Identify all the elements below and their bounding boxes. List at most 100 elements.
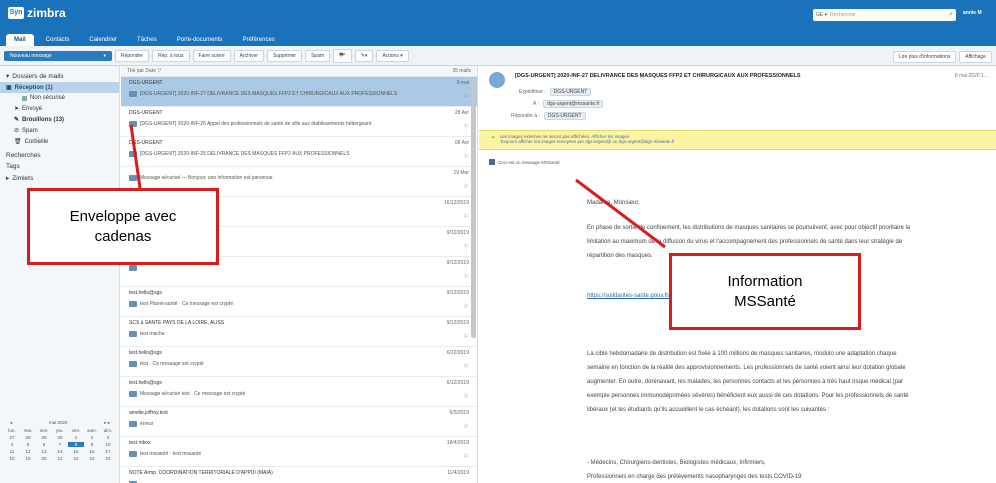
table-row[interactable]: test.hello@sgs Message sécurisé test · Ce… bbox=[121, 377, 477, 407]
reply-button[interactable]: Répondre bbox=[115, 49, 149, 62]
table-row[interactable]: DGS-URGENT [DGS-URGENT] 2020-INF-27 DELIV… bbox=[121, 77, 477, 107]
forward-button[interactable]: Faire suivre bbox=[192, 49, 231, 62]
sidebar-item-spam[interactable]: ⊘ Spam bbox=[0, 125, 119, 136]
calendar-date[interactable]: 20 bbox=[36, 456, 52, 461]
zimlets-header[interactable]: ▸ Zimlets bbox=[0, 172, 119, 184]
tab-preferences[interactable]: Préférences bbox=[234, 34, 282, 46]
expand-icon[interactable]: ▸ bbox=[6, 174, 9, 182]
flag-icon[interactable]: ⚐ bbox=[464, 153, 469, 160]
table-row[interactable]: DGS-URGENT [DGS-URGENT] 2020-INF-26 Appel… bbox=[121, 107, 477, 137]
table-row[interactable]: SCS à SANTE PAYS DE LA LOIRE, ALISS test … bbox=[121, 317, 477, 347]
table-row[interactable]: DGS-URGENT [DGS-URGENT] 2020-INF-25 DELIV… bbox=[121, 137, 477, 167]
flag-icon[interactable]: ⚐ bbox=[464, 93, 469, 100]
always-show-images-link[interactable]: Toujours afficher les images envoyées pa… bbox=[500, 139, 675, 144]
tags-header[interactable]: Tags bbox=[0, 161, 119, 172]
new-message-button[interactable]: Nouveau message ▾ bbox=[4, 50, 112, 61]
body-link-text[interactable]: https://solidarites-sante.gouv.fr/... bbox=[587, 293, 675, 299]
calendar-date[interactable]: 30 bbox=[52, 435, 68, 440]
spam-button[interactable]: Spam bbox=[305, 49, 331, 62]
calendar-date[interactable]: 24 bbox=[100, 456, 116, 461]
flag-icon[interactable]: ⚐ bbox=[464, 183, 469, 190]
table-row[interactable]: test.hello@sgs test · Ce message est cryp… bbox=[121, 347, 477, 377]
calendar-date[interactable]: 19 bbox=[20, 456, 36, 461]
prev-month-icon[interactable]: ◂ bbox=[10, 420, 12, 426]
sidebar-item-trash[interactable]: 🗑 Corbeille bbox=[0, 136, 119, 147]
calendar-date[interactable]: 29 bbox=[36, 435, 52, 440]
flag-icon[interactable]: ⚐ bbox=[464, 123, 469, 130]
search-scope-dropdown[interactable]: GE ▾ bbox=[816, 12, 827, 18]
flag-icon[interactable]: ⚐ bbox=[464, 453, 469, 460]
calendar-date[interactable]: 7 bbox=[52, 442, 68, 447]
tab-briefcase[interactable]: Porte-documents bbox=[169, 34, 231, 46]
search-input[interactable]: GE ▾ Rechercher ⌕ bbox=[813, 9, 956, 21]
delete-button[interactable]: Supprimer bbox=[267, 49, 303, 62]
calendar-date[interactable]: 6 bbox=[36, 442, 52, 447]
tab-tasks[interactable]: Tâches bbox=[129, 34, 165, 46]
message-date: 11/4/2019 bbox=[447, 470, 469, 476]
calendar-date[interactable]: 5 bbox=[20, 442, 36, 447]
from-row: Expéditeur : DGS-URGENT bbox=[519, 88, 592, 96]
mail-folders-header[interactable]: ▾ Dossiers de mails bbox=[0, 70, 119, 82]
envelope-lock-icon bbox=[129, 151, 137, 157]
calendar-date[interactable]: 4 bbox=[4, 442, 20, 447]
next-month-icon[interactable]: ▸ ▸ bbox=[104, 420, 110, 426]
view-button[interactable]: Affichage bbox=[959, 51, 992, 63]
calendar-date[interactable]: 2 bbox=[84, 435, 100, 440]
calendar-date[interactable]: 12 bbox=[20, 449, 36, 454]
calendar-date[interactable]: 13 bbox=[36, 449, 52, 454]
archive-button[interactable]: Archiver bbox=[233, 49, 265, 62]
sender-pill[interactable]: DGS-URGENT bbox=[549, 88, 592, 96]
tab-contacts[interactable]: Contacts bbox=[38, 34, 78, 46]
flag-icon[interactable]: ⚐ bbox=[464, 363, 469, 370]
flag-icon[interactable]: ⚐ bbox=[464, 213, 469, 220]
search-icon[interactable]: ⌕ bbox=[949, 11, 953, 19]
calendar-date[interactable]: 16 bbox=[84, 449, 100, 454]
tab-mail[interactable]: Mail bbox=[6, 34, 34, 46]
sidebar-item-unsecure[interactable]: Non sécurisé bbox=[0, 93, 119, 103]
calendar-date[interactable]: 14 bbox=[52, 449, 68, 454]
calendar-date[interactable]: 17 bbox=[100, 449, 116, 454]
body-list-item-2: Professionnels en charge des prélèvement… bbox=[587, 474, 802, 480]
sidebar-item-drafts[interactable]: ✎ Brouillons (13) bbox=[0, 114, 119, 125]
print-icon[interactable]: 🖶▾ bbox=[333, 48, 352, 63]
calendar-date[interactable]: 11 bbox=[4, 449, 20, 454]
calendar-date[interactable]: 1 bbox=[68, 435, 84, 440]
reply-to-pill[interactable]: DGS-URGENT bbox=[543, 112, 586, 120]
tab-calendar[interactable]: Calendrier bbox=[81, 34, 125, 46]
calendar-date[interactable]: 21 bbox=[52, 456, 68, 461]
calendar-date[interactable]: 15 bbox=[68, 449, 84, 454]
calendar-date[interactable]: 9 bbox=[84, 442, 100, 447]
flag-icon[interactable]: ⚐ bbox=[464, 393, 469, 400]
flag-icon[interactable]: ⚐ bbox=[464, 303, 469, 310]
more-info-button[interactable]: Lire plus d'informations bbox=[892, 51, 957, 63]
calendar-date[interactable]: 18 bbox=[4, 456, 20, 461]
collapse-icon[interactable]: ▾ bbox=[6, 72, 9, 80]
flag-icon[interactable]: ⚐ bbox=[464, 423, 469, 430]
table-row[interactable]: test.hello@sgs test Planet-santé · Ce mes… bbox=[121, 287, 477, 317]
calendar-date[interactable]: 28 bbox=[20, 435, 36, 440]
user-menu[interactable]: annie M bbox=[963, 10, 982, 16]
zimbra-logo[interactable]: Syn zimbra bbox=[8, 6, 66, 20]
flag-icon[interactable]: ⚐ bbox=[464, 333, 469, 340]
calendar-date[interactable]: 23 bbox=[84, 456, 100, 461]
calendar-date[interactable]: 8 bbox=[68, 442, 84, 447]
reply-all-button[interactable]: Rép. à tous bbox=[151, 49, 190, 62]
actions-button[interactable]: Actions ▾ bbox=[376, 49, 409, 62]
table-row[interactable]: amelie.joffroy.test erreur 6/5/2019 ⚐ bbox=[121, 407, 477, 437]
chevron-down-icon[interactable]: ▾ bbox=[103, 53, 106, 59]
recipient-pill[interactable]: dgs-urgent@mssante.fr bbox=[543, 100, 604, 108]
calendar-date[interactable]: 27 bbox=[4, 435, 20, 440]
sort-control[interactable]: Trié par Date ▽ bbox=[127, 68, 161, 74]
table-row[interactable]: test mbox test mssanté · test mssanté 18/4… bbox=[121, 437, 477, 467]
searches-header[interactable]: Recherches bbox=[0, 150, 119, 161]
flag-icon[interactable]: ⚐ bbox=[464, 273, 469, 280]
calendar-date[interactable]: 22 bbox=[68, 456, 84, 461]
flag-icon[interactable]: ⚐ bbox=[464, 243, 469, 250]
list-scrollbar[interactable] bbox=[471, 78, 476, 338]
table-row[interactable]: NOTE Armp. COORDINATION TERRITORIALE D'A… bbox=[121, 467, 477, 483]
calendar-date[interactable]: 3 bbox=[100, 435, 116, 440]
sidebar-item-sent[interactable]: ➤ Envoyé bbox=[0, 103, 119, 114]
calendar-date[interactable]: 10 bbox=[100, 442, 116, 447]
tag-icon[interactable]: ✎▾ bbox=[354, 49, 374, 62]
sidebar-item-inbox[interactable]: ▣ Réception (1) bbox=[0, 82, 119, 93]
